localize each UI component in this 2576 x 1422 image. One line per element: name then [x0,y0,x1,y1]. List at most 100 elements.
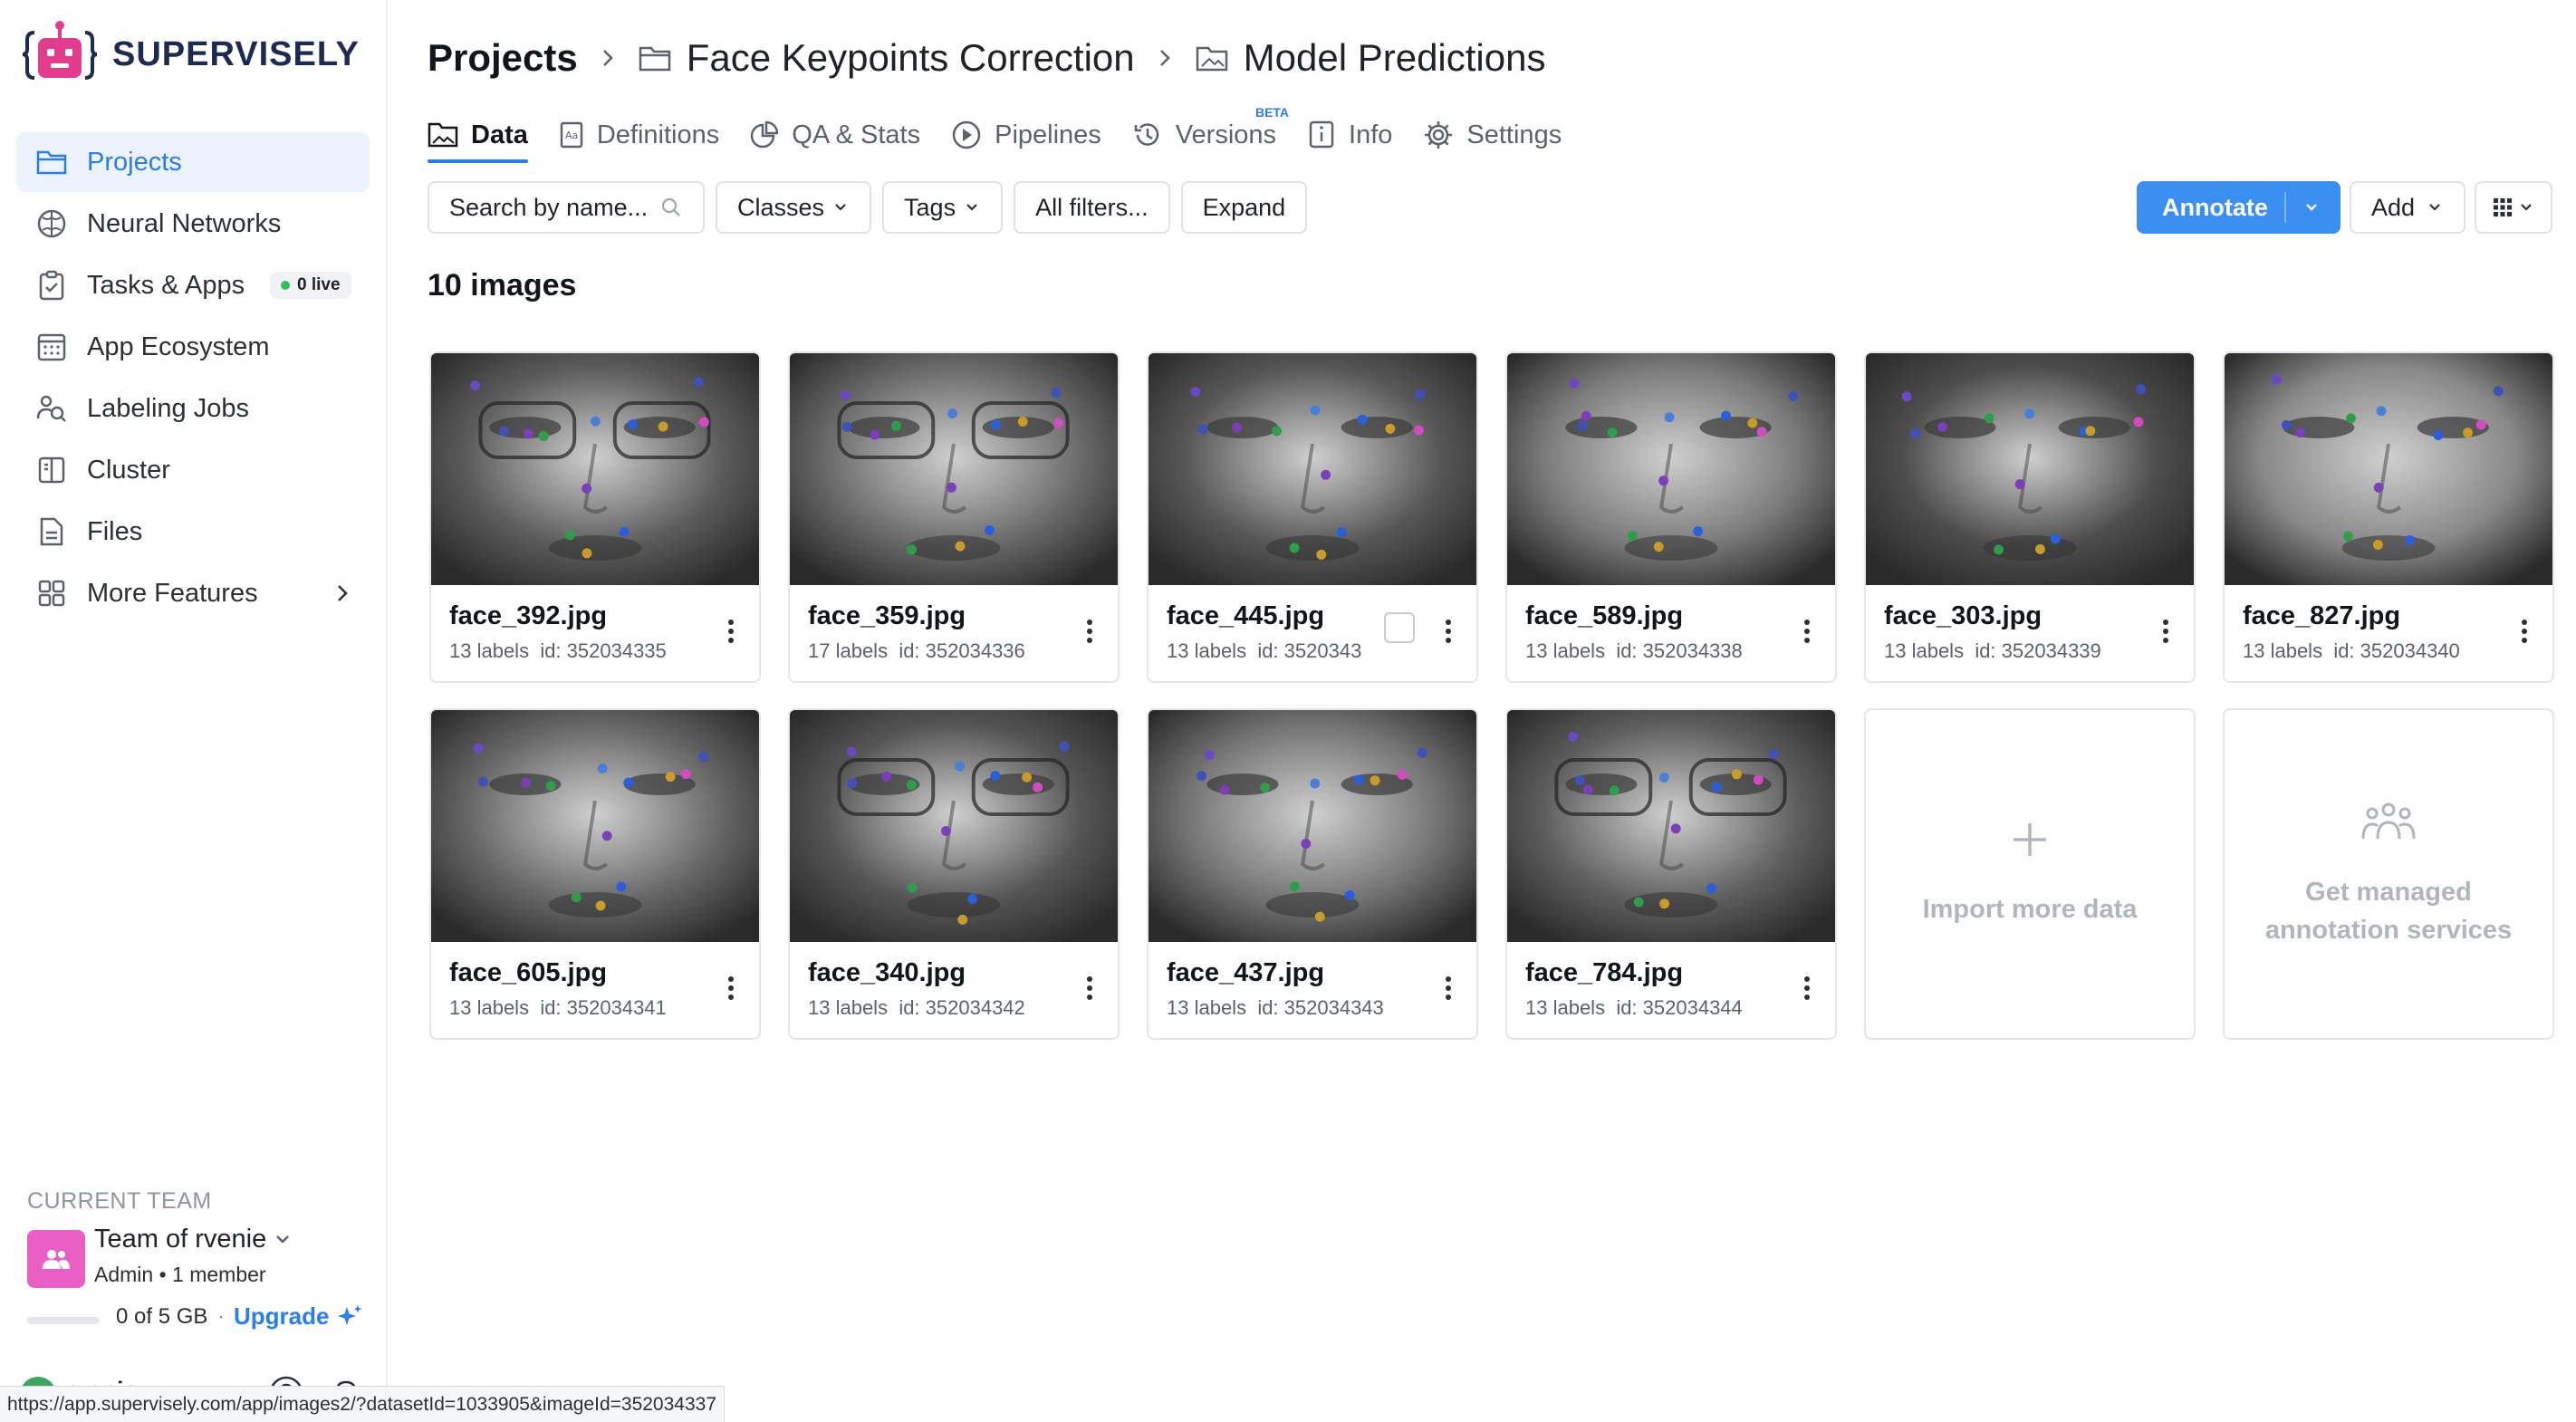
image-thumbnail[interactable] [1866,353,2194,585]
view-mode-dropdown[interactable] [2475,181,2552,234]
image-name[interactable]: face_303.jpg [1884,601,2042,631]
image-card[interactable]: face_445.jpg 13 labels id: 3520343 [1147,351,1478,683]
team-selector[interactable]: Team of rvenie [94,1225,292,1254]
expand-button[interactable]: Expand [1180,181,1308,234]
image-card[interactable]: face_827.jpg 13 labels id: 352034340 [2223,351,2554,683]
image-card[interactable]: face_437.jpg 13 labels id: 352034343 [1147,708,1478,1040]
select-checkbox[interactable] [1384,612,1415,643]
image-thumbnail[interactable] [790,353,1118,585]
search-input[interactable]: Search by name... [428,181,705,234]
tab-settings[interactable]: Settings [1423,112,1562,158]
image-card[interactable]: face_340.jpg 13 labels id: 352034342 [788,708,1120,1040]
image-id: id: 352034336 [899,639,1025,662]
breadcrumb-projects[interactable]: Projects [428,36,578,80]
live-badge: 0 live [270,272,351,299]
team-avatar[interactable] [27,1230,85,1288]
managed-label-line1: Get managed [2305,878,2472,907]
sidebar-item-cluster[interactable]: Cluster [16,440,370,500]
image-id: id: 352034339 [1975,639,2101,662]
breadcrumb-dataset[interactable]: Model Predictions [1195,36,1545,80]
image-card[interactable]: face_784.jpg 13 labels id: 352034344 [1505,708,1837,1040]
face-photo [431,710,759,942]
more-options-icon[interactable] [728,618,734,645]
more-options-icon[interactable] [1804,618,1810,645]
sidebar-item-files[interactable]: Files [16,502,370,562]
image-thumbnail[interactable] [790,710,1118,942]
sidebar-item-more-features[interactable]: More Features [16,563,370,623]
live-dot-icon [281,281,290,290]
grid-view-icon [2494,198,2512,216]
chevron-right-icon [600,46,616,70]
tags-dropdown[interactable]: Tags [882,181,1004,234]
image-name[interactable]: face_589.jpg [1525,601,1683,631]
image-thumbnail[interactable] [1507,353,1835,585]
sidebar-item-app-ecosystem[interactable]: App Ecosystem [16,317,370,377]
image-name[interactable]: face_437.jpg [1167,958,1324,988]
sidebar-item-projects[interactable]: Projects [16,132,370,192]
image-name[interactable]: face_784.jpg [1525,958,1683,988]
image-name[interactable]: face_445.jpg [1167,601,1324,631]
logo[interactable]: SUPERVISELY [22,20,360,89]
meta-spacer [1246,639,1257,662]
image-thumbnail[interactable] [431,710,759,942]
more-options-icon[interactable] [1087,618,1092,645]
tab-qa-stats[interactable]: QA & Stats [750,112,920,158]
image-name[interactable]: face_392.jpg [449,601,607,631]
image-thumbnail[interactable] [1149,353,1476,585]
face-photo [1866,353,2194,585]
tab-versions[interactable]: Versions BETA [1132,105,1289,158]
face-photo [1507,353,1835,585]
face-photo [2225,353,2552,585]
add-dropdown[interactable]: Add [2349,181,2465,234]
sidebar-item-labeling-jobs[interactable]: Labeling Jobs [16,379,370,438]
image-name[interactable]: face_605.jpg [449,958,607,988]
image-thumbnail[interactable] [1149,710,1476,942]
more-options-icon[interactable] [2522,618,2527,645]
image-icon [428,122,458,148]
expand-label: Expand [1202,193,1286,221]
chevron-down-icon[interactable] [2302,200,2321,215]
chevron-down-icon [2521,204,2532,211]
image-card[interactable]: face_589.jpg 13 labels id: 352034338 [1505,351,1837,683]
tab-definitions[interactable]: Aa Definitions [559,112,719,158]
label-count: 13 labels [808,996,889,1019]
image-thumbnail[interactable] [1507,710,1835,942]
image-name[interactable]: face_359.jpg [808,601,966,631]
managed-annotation-card[interactable]: Get managed annotation services [2223,708,2554,1040]
search-icon [661,197,680,216]
image-name[interactable]: face_340.jpg [808,958,966,988]
beta-badge: BETA [1254,105,1290,120]
meta-spacer [1605,996,1616,1019]
image-card[interactable]: face_605.jpg 13 labels id: 352034341 [429,708,761,1040]
people-search-icon [36,393,67,424]
more-options-icon[interactable] [2163,618,2168,645]
import-more-data-card[interactable]: Import more data [1864,708,2196,1040]
current-team-label: CURRENT TEAM [27,1188,212,1214]
image-thumbnail[interactable] [2225,353,2552,585]
tab-label: Info [1349,120,1393,149]
image-card[interactable]: face_303.jpg 13 labels id: 352034339 [1864,351,2196,683]
image-thumbnail[interactable] [431,353,759,585]
all-filters-button[interactable]: All filters... [1014,181,1170,234]
image-name[interactable]: face_827.jpg [2243,601,2400,631]
breadcrumb-project[interactable]: Face Keypoints Correction [638,36,1135,80]
image-card[interactable]: face_392.jpg 13 labels id: 352034335 [429,351,761,683]
more-options-icon[interactable] [1804,975,1810,1002]
classes-dropdown[interactable]: Classes [716,181,872,234]
annotate-button[interactable]: Annotate [2136,181,2341,234]
sidebar-item-tasks-apps[interactable]: Tasks & Apps 0 live [16,255,370,315]
tab-info[interactable]: Info [1307,112,1392,158]
tab-pipelines[interactable]: Pipelines [951,112,1101,158]
sidebar-item-label: Tasks & Apps [87,270,245,300]
label-count: 13 labels [1167,639,1247,662]
more-options-icon[interactable] [728,975,734,1002]
more-options-icon[interactable] [1446,975,1451,1002]
folder-icon [36,147,67,178]
meta-spacer [2322,639,2333,662]
more-options-icon[interactable] [1087,975,1092,1002]
sidebar-item-neural-networks[interactable]: Neural Networks [16,194,370,254]
tab-data[interactable]: Data [428,112,528,163]
image-card[interactable]: face_359.jpg 17 labels id: 352034336 [788,351,1120,683]
more-options-icon[interactable] [1446,618,1451,645]
upgrade-link[interactable]: Upgrade [234,1302,363,1331]
